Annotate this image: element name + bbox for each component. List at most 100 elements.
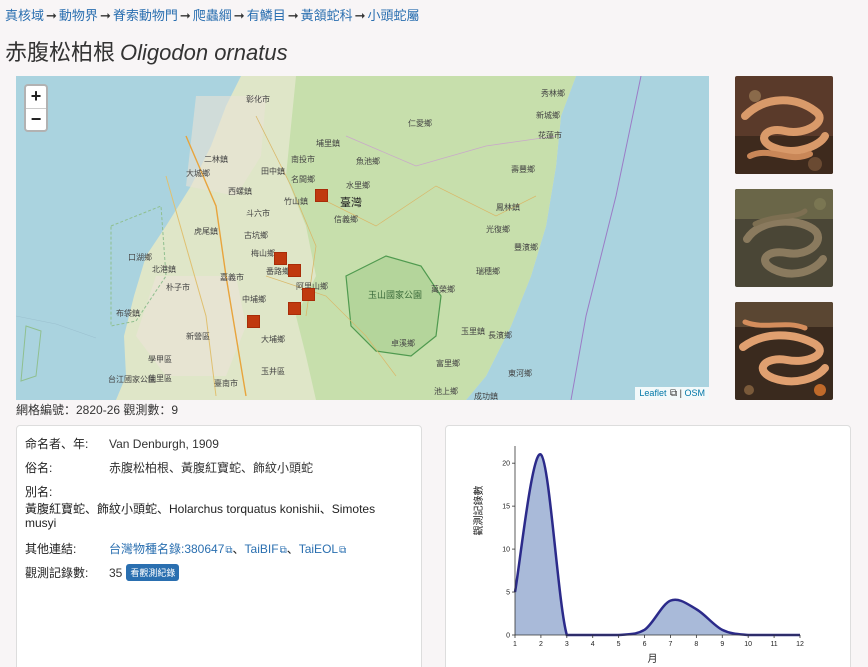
breadcrumb-item-phylum[interactable]: 脊索動物門 <box>113 8 178 23</box>
map-label: 池上鄉 <box>434 387 458 396</box>
species-photo[interactable] <box>735 302 833 400</box>
map-label: 新營區 <box>186 332 210 341</box>
species-photo[interactable] <box>735 189 833 287</box>
observation-grid-cell[interactable] <box>288 302 301 315</box>
map-label: 彰化市 <box>246 95 270 104</box>
map-label: 玉山國家公園 <box>368 290 423 300</box>
taicol-link[interactable]: 台灣物種名錄:380647 <box>109 542 224 556</box>
map-label: 田中鎮 <box>261 167 285 176</box>
y-tick-label: 15 <box>502 504 510 511</box>
map-label: 花蓮市 <box>538 131 562 140</box>
breadcrumb-item-order[interactable]: 有鱗目 <box>247 8 286 23</box>
map-label: 光復鄉 <box>486 225 510 234</box>
arrow-right-icon: ➞ <box>354 8 366 23</box>
observation-count-value: 35 <box>109 566 123 580</box>
map-label: 新城鄉 <box>536 111 560 120</box>
map-label: 壽豐鄉 <box>511 165 535 174</box>
distribution-map[interactable]: + − 彰化市 南投市 二林鎮 田中鎮 大城鄉 西螺鎮 竹山鎮 名間鄉 水里鄉 … <box>16 76 709 400</box>
leaflet-link[interactable]: Leaflet <box>639 388 666 398</box>
link-separator: 、 <box>286 542 299 556</box>
map-label: 南投市 <box>291 155 315 164</box>
map-label: 口湖鄉 <box>128 253 152 262</box>
map-label: 臺南市 <box>214 379 238 388</box>
map-label: 虎尾鎮 <box>194 227 218 236</box>
chart-svg: 1 2 3 4 5 6 7 8 9 10 11 1205101520月觀測記錄數 <box>472 446 804 665</box>
map-label: 二林鎮 <box>204 155 228 164</box>
map-label: 長濱鄉 <box>488 331 512 340</box>
species-scientific-name: Oligodon ornatus <box>120 40 288 65</box>
breadcrumb-item-class[interactable]: 爬蟲綱 <box>193 8 232 23</box>
x-axis-label: 月 <box>648 653 658 665</box>
author-label: 命名者、年: <box>25 437 89 451</box>
attribution-separator: | <box>679 388 682 398</box>
x-tick-label: 12 <box>796 641 804 648</box>
common-name-row: 俗名: 赤腹松柏根、黃腹紅寶蛇、飾紋小頭蛇 <box>25 459 313 476</box>
map-label: 學甲區 <box>148 355 172 364</box>
observation-grid-cell[interactable] <box>274 252 287 265</box>
y-tick-label: 0 <box>506 633 510 640</box>
x-tick-label: 3 <box>565 641 569 648</box>
osm-link[interactable]: OSM <box>684 388 705 398</box>
observation-grid-cell[interactable] <box>302 288 315 301</box>
author-value: Van Denburgh, 1909 <box>109 437 219 451</box>
observation-count-row: 觀測記錄數: 35 看觀測紀錄 <box>25 564 180 581</box>
map-attribution: Leaflet ⧉ | OSM <box>635 387 709 400</box>
map-label: 北港鎮 <box>152 265 176 274</box>
breadcrumb-item-kingdom[interactable]: 動物界 <box>59 8 98 23</box>
map-label: 萬榮鄉 <box>431 285 455 294</box>
map-label: 大埔鄉 <box>261 335 285 344</box>
map-label: 布袋鎮 <box>116 309 140 318</box>
x-tick-label: 8 <box>694 641 698 648</box>
species-photo[interactable] <box>735 76 833 174</box>
observation-grid-cell[interactable] <box>315 189 328 202</box>
y-tick-label: 5 <box>506 590 510 597</box>
map-label: 豐濱鄉 <box>514 243 538 252</box>
map-label: 水里鄉 <box>346 181 370 190</box>
common-name-label: 俗名: <box>25 461 53 475</box>
map-label: 大城鄉 <box>186 169 210 178</box>
breadcrumb-item-genus[interactable]: 小頭蛇屬 <box>368 8 420 23</box>
external-link-icon: ⧉ <box>669 388 678 399</box>
species-common-name: 赤腹松柏根 <box>5 40 116 65</box>
x-tick-label: 1 <box>513 641 517 648</box>
map-label: 富里鄉 <box>436 359 460 368</box>
zoom-in-button[interactable]: + <box>26 86 46 108</box>
map-label: 卓溪鄉 <box>391 339 415 348</box>
map-label: 梅山鄉 <box>251 249 275 258</box>
map-label: 台江國家公園 <box>108 375 156 384</box>
page-title: 赤腹松柏根 Oligodon ornatus <box>5 35 288 67</box>
map-label: 中埔鄉 <box>242 295 266 304</box>
x-tick-label: 6 <box>643 641 647 648</box>
common-name-value: 赤腹松柏根、黃腹紅寶蛇、飾紋小頭蛇 <box>109 461 314 475</box>
map-label: 埔里鎮 <box>316 139 340 148</box>
map-label: 秀林鄉 <box>541 89 565 98</box>
y-axis-label: 觀測記錄數 <box>472 486 485 536</box>
zoom-out-button[interactable]: − <box>26 108 46 130</box>
y-tick-label: 20 <box>502 461 510 468</box>
taieol-link[interactable]: TaiEOL <box>299 542 338 556</box>
x-tick-label: 4 <box>591 641 595 648</box>
alias-label: 別名: <box>25 485 53 499</box>
view-records-button[interactable]: 看觀測紀錄 <box>126 564 180 581</box>
x-tick-label: 9 <box>720 641 724 648</box>
x-tick-label: 11 <box>770 641 777 648</box>
map-label: 成功鎮 <box>474 392 498 400</box>
taibif-link[interactable]: TaiBIF <box>245 542 279 556</box>
breadcrumb-item-domain[interactable]: 真核域 <box>5 8 44 23</box>
species-info-panel: 命名者、年: Van Denburgh, 1909 俗名: 赤腹松柏根、黃腹紅寶蛇、… <box>16 425 422 667</box>
series-area <box>515 454 800 635</box>
breadcrumb-item-family[interactable]: 黃頷蛇科 <box>301 8 353 23</box>
map-label: 東河鄉 <box>508 369 532 378</box>
observation-grid-cell[interactable] <box>247 315 260 328</box>
map-label: 玉里鎮 <box>461 327 485 336</box>
arrow-right-icon: ➞ <box>287 8 299 23</box>
map-label: 臺灣 <box>340 197 362 209</box>
observation-grid-cell[interactable] <box>288 264 301 277</box>
map-label: 朴子市 <box>166 283 190 292</box>
map-label: 斗六市 <box>246 209 270 218</box>
zoom-control: + − <box>24 84 48 132</box>
external-link-icon: ⧉ <box>279 545 287 556</box>
arrow-right-icon: ➞ <box>99 8 111 23</box>
map-label: 鳳林鎮 <box>496 203 520 212</box>
map-label: 西螺鎮 <box>228 187 252 196</box>
